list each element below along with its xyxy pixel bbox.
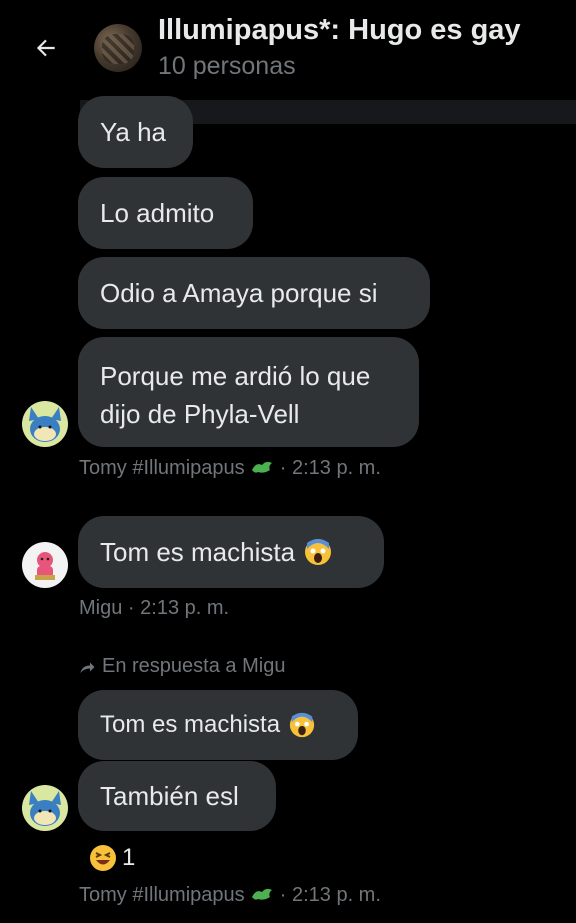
conversation-header: Illumipapus*: Hugo es gay 10 personas [0, 0, 576, 100]
message-meta: Tomy #Illumipapus · 2:13 p. m. [79, 457, 381, 480]
timestamp: · 2:13 p. m. [279, 457, 381, 479]
message-bubble[interactable]: Tom es machista [78, 516, 384, 588]
dragon-emoji-icon [252, 461, 273, 473]
message-text: Ya ha [100, 117, 167, 147]
laughing-face-emoji-icon [90, 845, 116, 871]
reply-arrow-icon [80, 662, 95, 673]
reply-indicator[interactable]: En respuesta a Migu [78, 655, 285, 678]
message-text: Lo admito [100, 198, 215, 228]
munchlax-avatar-icon [29, 791, 61, 826]
creature-avatar-icon [35, 552, 55, 580]
reaction-badge[interactable]: 1 [88, 843, 135, 873]
participant-count[interactable]: 10 personas [158, 52, 296, 81]
reaction-count: 1 [122, 844, 136, 871]
timestamp: · 2:13 p. m. [127, 597, 230, 619]
munchlax-avatar-icon [29, 407, 61, 442]
conversation-title[interactable]: Illumipapus*: Hugo es gay [158, 14, 521, 47]
quoted-message-bubble[interactable]: Tom es machista [78, 690, 358, 760]
user-avatar-tomy[interactable] [22, 401, 68, 447]
message-bubble[interactable]: Odio a Amaya porque si [78, 257, 430, 329]
message-text: Porque me ardió lo que dijo de Phyla-Vel… [100, 361, 371, 429]
sender-name: Tomy #Illumipapus [79, 457, 245, 479]
timestamp: · 2:13 p. m. [279, 884, 381, 906]
arrow-left-icon [36, 39, 55, 57]
user-avatar-tomy[interactable] [22, 785, 68, 831]
back-button[interactable] [24, 26, 68, 70]
message-text: Odio a Amaya porque si [100, 278, 378, 308]
group-avatar[interactable] [94, 24, 142, 72]
screaming-face-emoji-icon [289, 712, 315, 738]
dragon-emoji-icon [252, 888, 273, 900]
user-avatar-migu[interactable] [22, 542, 68, 588]
message-meta: Migu · 2:13 p. m. [79, 597, 229, 620]
message-bubble[interactable]: También esl [78, 761, 276, 831]
message-meta: Tomy #Illumipapus · 2:13 p. m. [79, 884, 381, 907]
message-bubble[interactable]: Ya ha [78, 96, 193, 168]
sender-name: Migu [79, 597, 123, 619]
message-bubble[interactable]: Porque me ardió lo que dijo de Phyla-Vel… [78, 337, 419, 447]
message-bubble[interactable]: Lo admito [78, 177, 253, 249]
reply-label: En respuesta a Migu [102, 655, 286, 677]
screaming-face-emoji-icon [305, 539, 332, 565]
sender-name: Tomy #Illumipapus [79, 884, 245, 906]
message-text: También esl [100, 781, 239, 811]
message-text: Tom es machista [100, 711, 281, 738]
message-text: Tom es machista [100, 537, 296, 567]
